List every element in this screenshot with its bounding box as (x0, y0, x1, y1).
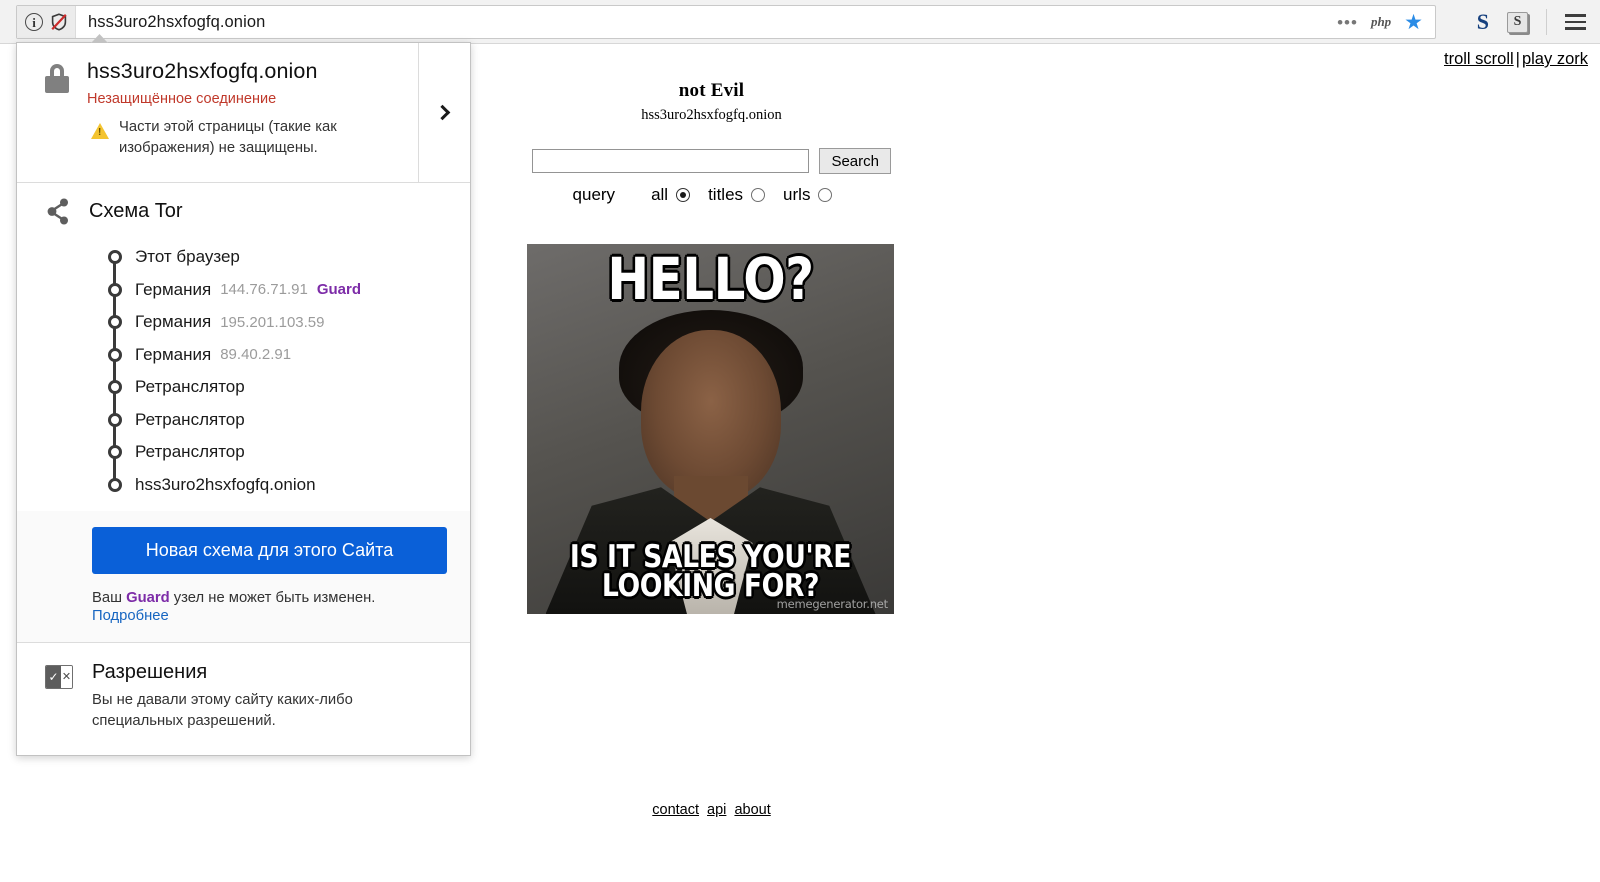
extension-s-gray-icon[interactable]: S (1507, 11, 1528, 33)
circuit-node: Германия 89.40.2.91 (103, 338, 452, 371)
security-section: hss3uro2hsxfogfq.onion Незащищённое соед… (17, 43, 470, 182)
site-identity-popup: hss3uro2hsxfogfq.onion Незащищённое соед… (16, 34, 471, 756)
tor-circuit-node-list: Этот браузер Германия 144.76.71.91 Guard… (35, 237, 452, 501)
scope-option-all-label: all (651, 185, 669, 204)
scope-radio-urls[interactable] (818, 188, 833, 202)
toolbar-extensions: S S (1477, 5, 1586, 39)
footer-link-about[interactable]: about (734, 802, 770, 818)
toolbar-divider (1546, 9, 1547, 35)
scope-option-titles[interactable]: titles (708, 185, 766, 205)
scope-option-all[interactable]: all (651, 185, 691, 205)
permissions-description: Вы не давали этому сайту каких-либо спец… (92, 691, 353, 730)
guard-note-keyword: Guard (126, 589, 170, 606)
extension-s-blue-icon[interactable]: S (1477, 11, 1489, 33)
guard-note-suffix: узел не может быть изменен. (169, 589, 376, 606)
circuit-node-ip: 195.201.103.59 (220, 313, 325, 331)
scope-radio-titles[interactable] (751, 188, 766, 202)
circuit-node-label: Ретранслятор (135, 442, 245, 462)
guard-note-prefix: Ваш (92, 589, 127, 606)
circuit-node-label: Германия (135, 344, 212, 364)
guard-note: Ваш Guard узел не может быть изменен. (92, 590, 452, 606)
tor-circuit-section: Схема Tor Этот браузер Германия 144.76.7… (17, 183, 470, 511)
circuit-node-label: Германия (135, 279, 212, 299)
circuit-node: hss3uro2hsxfogfq.onion (103, 468, 452, 501)
scope-option-urls[interactable]: urls (783, 185, 833, 205)
circuit-node-dot (108, 445, 122, 460)
connection-status: Незащищённое соединение (87, 91, 277, 107)
broken-shield-icon[interactable] (49, 12, 69, 32)
scope-option-urls-label: urls (783, 185, 811, 204)
circuit-node-label: Германия (135, 312, 212, 332)
scope-option-titles-label: titles (708, 185, 744, 204)
url-text[interactable]: hss3uro2hsxfogfq.onion (76, 13, 1337, 32)
circuit-node: Ретранслятор (103, 403, 452, 436)
top-links-separator: | (1515, 50, 1520, 68)
padlock-icon (45, 63, 69, 93)
urlbar-actions: ••• php ★ (1337, 12, 1435, 33)
circuit-node-dot (108, 477, 122, 492)
circuit-node-label: Ретранслятор (135, 409, 245, 429)
meme-bottom-text: IS IT SALES YOU'RE LOOKING FOR? (569, 538, 852, 605)
security-expand-button[interactable] (418, 43, 470, 182)
page-footer: contact api about (0, 802, 1423, 818)
circuit-node-label: Ретранслятор (135, 377, 245, 397)
circuit-node-dot (108, 412, 122, 427)
more-dots-icon[interactable]: ••• (1337, 14, 1358, 31)
tor-circuit-header: Схема Tor (35, 197, 452, 227)
page-top-links: troll scroll | play zork (1444, 50, 1588, 69)
permissions-x-glyph: ✕ (61, 665, 72, 688)
circuit-node-ip: 89.40.2.91 (220, 346, 292, 364)
permissions-text: Разрешения Вы не давали этому сайту каки… (73, 661, 382, 733)
circuit-node: Этот браузер (103, 241, 452, 274)
play-zork-link[interactable]: play zork (1522, 50, 1588, 68)
tor-circuit-share-icon (45, 197, 73, 227)
hamburger-menu-icon[interactable] (1565, 14, 1586, 30)
permissions-check-glyph: ✓ (46, 665, 61, 688)
footer-link-contact[interactable]: contact (652, 802, 699, 818)
circuit-node: Германия 195.201.103.59 (103, 306, 452, 339)
new-circuit-section: Новая схема для этого Сайта Ваш Guard уз… (17, 510, 470, 642)
warning-triangle-icon (91, 123, 109, 139)
address-bar[interactable]: i hss3uro2hsxfogfq.onion ••• php ★ (16, 5, 1436, 39)
circuit-node-dot (108, 250, 122, 265)
circuit-node-dot (108, 315, 122, 330)
permissions-title: Разрешения (92, 660, 208, 683)
circuit-node: Ретранслятор (103, 371, 452, 404)
scope-radio-all[interactable] (676, 188, 691, 202)
circuit-node-ip: 144.76.71.91 (220, 281, 308, 299)
meme-image: HELLO? IS IT SALES YOU'RE LOOKING FOR? m… (527, 244, 894, 614)
circuit-node-dot (108, 347, 122, 362)
browser-toolbar: i hss3uro2hsxfogfq.onion ••• php ★ S S (0, 0, 1600, 44)
meme-face (640, 330, 781, 500)
tor-circuit-title: Схема Tor (89, 200, 183, 223)
circuit-node-label: Этот браузер (135, 247, 240, 267)
learn-more-link[interactable]: Подробнее (92, 608, 452, 624)
query-label: query (572, 185, 616, 204)
circuit-node-label: hss3uro2hsxfogfq.onion (135, 474, 316, 494)
search-button[interactable]: Search (819, 148, 891, 174)
circuit-node-role: Guard (316, 281, 361, 299)
security-text: hss3uro2hsxfogfq.onion Незащищённое соед… (69, 59, 452, 160)
circuit-node: Ретранслятор (103, 436, 452, 469)
circuit-node: Германия 144.76.71.91 Guard (103, 273, 452, 306)
footer-link-api[interactable]: api (707, 802, 726, 818)
popup-host: hss3uro2hsxfogfq.onion (87, 59, 318, 83)
chevron-right-icon[interactable] (434, 104, 451, 121)
bookmark-star-icon[interactable]: ★ (1404, 12, 1423, 33)
circuit-node-dot (108, 380, 122, 395)
search-input[interactable] (532, 149, 809, 173)
meme-watermark: memegenerator.net (776, 597, 889, 611)
mixed-content-text: Части этой страницы (такие как изображен… (119, 119, 337, 157)
permissions-check-x-icon: ✓ ✕ (45, 664, 73, 689)
circuit-node-dot (108, 282, 122, 297)
identity-box[interactable]: i (17, 6, 76, 38)
new-circuit-button[interactable]: Новая схема для этого Сайта (92, 526, 447, 574)
troll-scroll-link[interactable]: troll scroll (1444, 50, 1514, 68)
permissions-section: ✓ ✕ Разрешения Вы не давали этому сайту … (17, 643, 470, 755)
info-circle-icon[interactable]: i (25, 13, 43, 31)
meme-top-text: HELLO? (607, 245, 814, 313)
php-icon[interactable]: php (1371, 14, 1391, 30)
mixed-content-warning: Части этой страницы (такие как изображен… (87, 117, 452, 160)
